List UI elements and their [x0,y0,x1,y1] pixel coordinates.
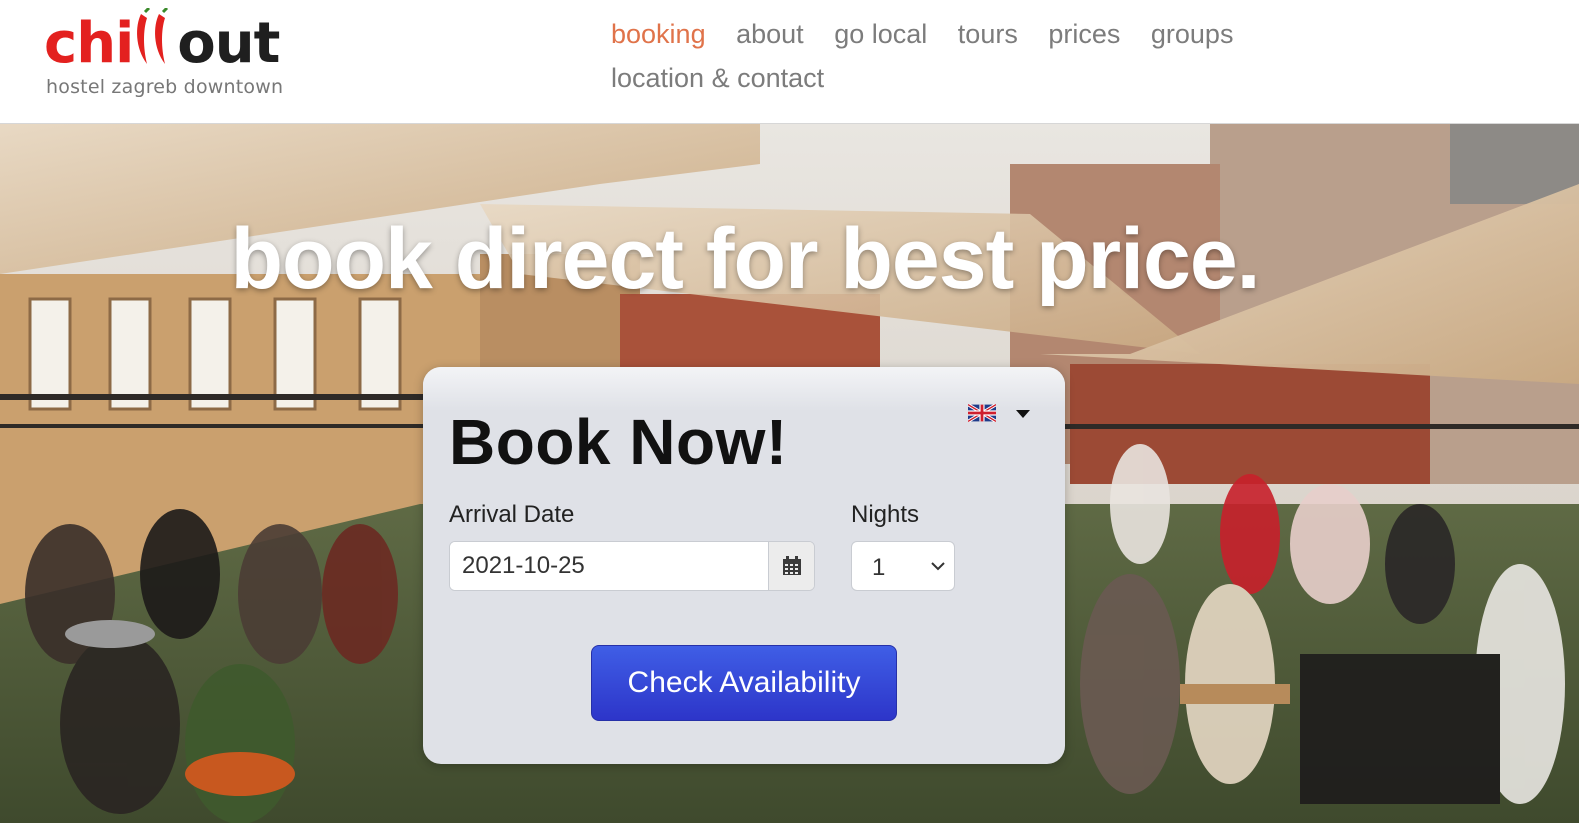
logo-subtitle: hostel zagreb downtown [46,76,284,98]
nav-item-location-contact[interactable]: location & contact [611,56,824,100]
logo-brand-right: out [177,11,280,76]
hero-section: book direct for best price. Book Now! Ar… [0,124,1579,823]
nights-label: Nights [851,501,920,528]
booking-widget: Book Now! Arrival Date Nights 1 [423,367,1065,764]
chillout-logo[interactable]: chi out hostel zagreb downtown [44,8,304,100]
nav-item-prices[interactable]: prices [1048,12,1120,56]
arrival-date-field [449,541,815,591]
arrival-date-input[interactable] [450,542,768,590]
booking-title: Book Now! [449,406,788,478]
uk-flag-icon [968,404,996,422]
chili-pepper-icon [137,8,169,64]
nav-item-tours[interactable]: tours [958,12,1018,56]
hero-headline: book direct for best price. [230,211,1260,307]
logo-brand-left: chi [44,11,134,76]
main-nav: booking about go local tours prices grou… [611,12,1261,100]
chevron-down-icon [931,562,945,571]
chevron-down-icon [1016,410,1030,418]
nav-item-go-local[interactable]: go local [834,12,927,56]
nights-select[interactable]: 1 [851,541,955,591]
nav-item-about[interactable]: about [736,12,804,56]
language-selector[interactable] [968,404,1038,426]
calendar-button[interactable] [768,542,814,590]
nav-item-booking[interactable]: booking [611,12,706,56]
check-availability-button[interactable]: Check Availability [591,645,897,721]
site-header: chi out hostel zagreb downtown booking a… [0,0,1579,124]
arrival-date-label: Arrival Date [449,501,575,528]
nights-selected-value: 1 [872,554,886,581]
nav-item-groups[interactable]: groups [1151,12,1234,56]
calendar-icon [783,556,801,575]
logo-wordmark: chi out [44,8,280,76]
